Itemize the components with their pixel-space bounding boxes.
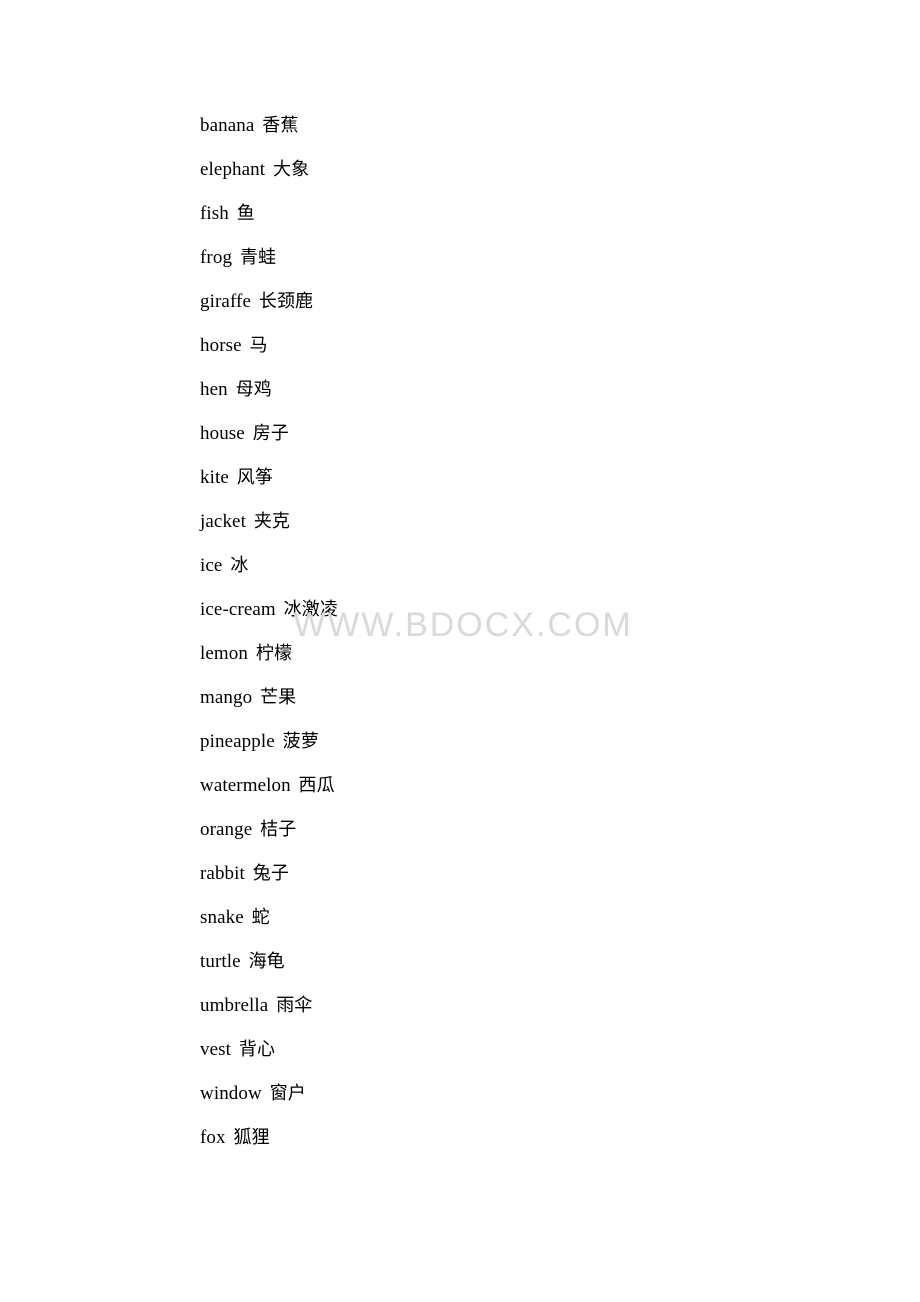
entry-english: orange xyxy=(200,819,253,840)
entry-chinese: 桔子 xyxy=(260,819,297,840)
vocabulary-entry: kite 风筝 xyxy=(200,456,800,500)
entry-english: hen xyxy=(200,379,228,400)
vocabulary-entry: snake 蛇 xyxy=(200,896,800,940)
entry-english: elephant xyxy=(200,159,266,180)
entry-chinese: 雨伞 xyxy=(276,995,313,1016)
vocabulary-entry: banana 香蕉 xyxy=(200,104,800,148)
entry-english: fox xyxy=(200,1127,226,1148)
entry-chinese: 香蕉 xyxy=(262,115,299,136)
entry-english: fish xyxy=(200,203,229,224)
entry-english: pineapple xyxy=(200,731,275,752)
entry-english: ice xyxy=(200,555,223,576)
vocabulary-entry: fish 鱼 xyxy=(200,192,800,236)
vocabulary-entry: umbrella 雨伞 xyxy=(200,984,800,1028)
vocabulary-entry: frog 青蛙 xyxy=(200,236,800,280)
entry-chinese: 青蛙 xyxy=(239,247,277,268)
document-page: banana 香蕉 elephant 大象 fish 鱼 frog 青蛙 giraffe… xyxy=(0,0,920,1302)
entry-chinese: 鱼 xyxy=(236,203,255,224)
vocabulary-entry: ice-cream 冰激凌 xyxy=(200,588,800,632)
entry-chinese: 大象 xyxy=(273,159,310,180)
entry-english: rabbit xyxy=(200,863,245,884)
entry-english: watermelon xyxy=(200,775,291,796)
entry-chinese: 蛇 xyxy=(251,907,270,928)
entry-chinese: 菠萝 xyxy=(282,731,319,752)
entry-chinese: 芒果 xyxy=(260,687,297,708)
entry-chinese: 海龟 xyxy=(248,951,285,972)
vocabulary-entry: window 窗户 xyxy=(200,1072,800,1116)
entry-english: window xyxy=(200,1083,262,1104)
entry-english: snake xyxy=(200,907,244,928)
vocabulary-entry: horse 马 xyxy=(200,324,800,368)
vocabulary-entry: rabbit 兔子 xyxy=(200,852,800,896)
entry-chinese: 柠檬 xyxy=(255,643,293,664)
entry-english: lemon xyxy=(200,643,248,664)
entry-chinese: 母鸡 xyxy=(235,379,272,400)
entry-chinese: 西瓜 xyxy=(298,775,335,796)
vocabulary-entry: pineapple 菠萝 xyxy=(200,720,800,764)
entry-english: kite xyxy=(200,467,229,488)
entry-english: banana xyxy=(200,115,255,136)
vocabulary-entry: house 房子 xyxy=(200,412,800,456)
entry-chinese: 冰激凌 xyxy=(283,599,338,620)
vocabulary-entry: orange 桔子 xyxy=(200,808,800,852)
vocabulary-entry: hen 母鸡 xyxy=(200,368,800,412)
vocabulary-entry: fox 狐狸 xyxy=(200,1116,800,1160)
entry-english: ice-cream xyxy=(200,599,276,620)
vocabulary-entry: turtle 海龟 xyxy=(200,940,800,984)
vocabulary-entry: ice 冰 xyxy=(200,544,800,588)
entry-chinese: 马 xyxy=(249,335,268,356)
vocabulary-list: banana 香蕉 elephant 大象 fish 鱼 frog 青蛙 giraffe… xyxy=(200,104,800,1160)
entry-english: jacket xyxy=(200,511,246,532)
vocabulary-entry: jacket 夹克 xyxy=(200,500,800,544)
entry-chinese: 风筝 xyxy=(236,467,273,488)
entry-english: frog xyxy=(200,247,233,268)
entry-chinese: 窗户 xyxy=(269,1083,306,1104)
vocabulary-entry: elephant 大象 xyxy=(200,148,800,192)
vocabulary-entry: watermelon 西瓜 xyxy=(200,764,800,808)
entry-english: house xyxy=(200,423,245,444)
vocabulary-entry: vest 背心 xyxy=(200,1028,800,1072)
vocabulary-entry: giraffe 长颈鹿 xyxy=(200,280,800,324)
entry-english: turtle xyxy=(200,951,241,972)
vocabulary-entry: mango 芒果 xyxy=(200,676,800,720)
entry-english: mango xyxy=(200,687,253,708)
entry-chinese: 冰 xyxy=(230,555,249,576)
entry-chinese: 兔子 xyxy=(252,863,289,884)
entry-english: horse xyxy=(200,335,242,356)
entry-chinese: 背心 xyxy=(238,1039,276,1060)
entry-english: giraffe xyxy=(200,291,251,312)
entry-chinese: 狐狸 xyxy=(233,1127,270,1148)
entry-chinese: 夹克 xyxy=(253,511,291,532)
entry-chinese: 房子 xyxy=(252,423,289,444)
vocabulary-entry: lemon 柠檬 xyxy=(200,632,800,676)
entry-chinese: 长颈鹿 xyxy=(258,291,314,312)
entry-english: umbrella xyxy=(200,995,269,1016)
entry-english: vest xyxy=(200,1039,232,1060)
